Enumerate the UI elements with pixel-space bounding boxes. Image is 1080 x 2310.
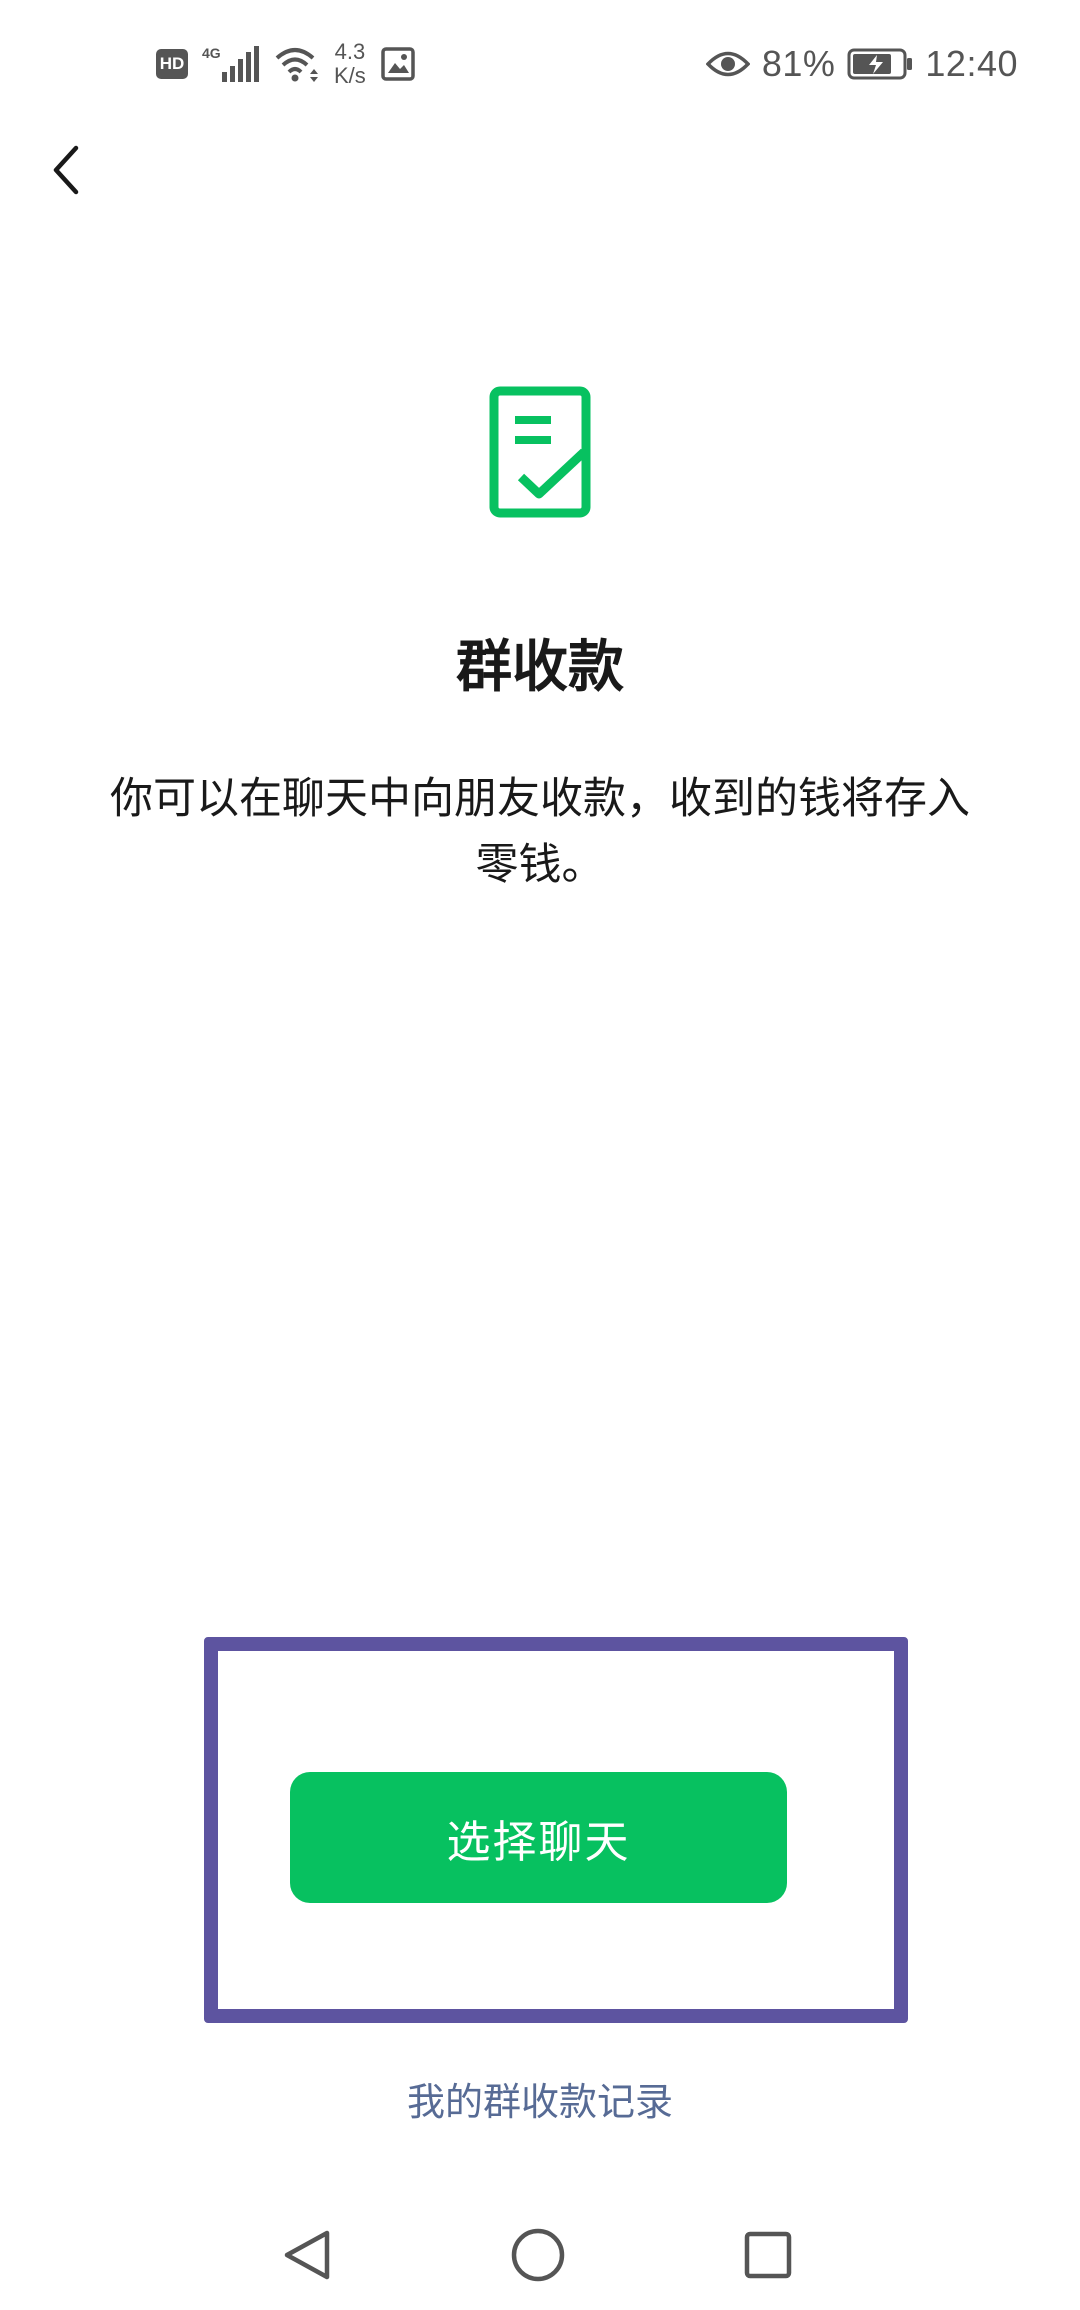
wifi-icon (275, 48, 318, 82)
triangle-back-icon (284, 2230, 330, 2280)
circle-home-icon (511, 2228, 565, 2282)
hd-icon: HD (156, 49, 188, 79)
status-bar: HD 4G 4.3 K/s 81% 12:40 (0, 0, 1080, 130)
network-speed-value: 4.3 (334, 39, 366, 64)
nav-recents-button[interactable] (733, 2220, 803, 2290)
select-chat-button[interactable]: 选择聊天 (290, 1772, 787, 1903)
nav-home-button[interactable] (503, 2220, 573, 2290)
chevron-left-icon (53, 145, 79, 195)
battery-charging-icon (847, 48, 913, 80)
eye-icon (705, 51, 750, 77)
svg-text:4G: 4G (202, 45, 221, 61)
nav-back-button[interactable] (272, 2220, 342, 2290)
page-description: 你可以在聊天中向朋友收款，收到的钱将存入零钱。 (110, 774, 970, 890)
status-bar-right: 81% 12:40 (705, 34, 1018, 94)
group-collection-records-link[interactable]: 我的群收款记录 (0, 2072, 1080, 2132)
network-speed: 4.3 K/s (334, 40, 366, 88)
page-title: 群收款 (456, 635, 624, 700)
signal-icon: 4G (202, 45, 259, 82)
clock: 12:40 (925, 43, 1018, 84)
status-bar-left: HD 4G 4.3 K/s (156, 34, 416, 94)
network-speed-unit: K/s (334, 63, 366, 88)
system-navigation-bar (0, 2200, 1080, 2310)
image-alert-icon (381, 47, 415, 81)
back-button[interactable] (26, 130, 106, 210)
square-recents-icon (744, 2231, 792, 2279)
document-check-icon (485, 382, 595, 522)
battery-percent: 81% (761, 43, 836, 84)
